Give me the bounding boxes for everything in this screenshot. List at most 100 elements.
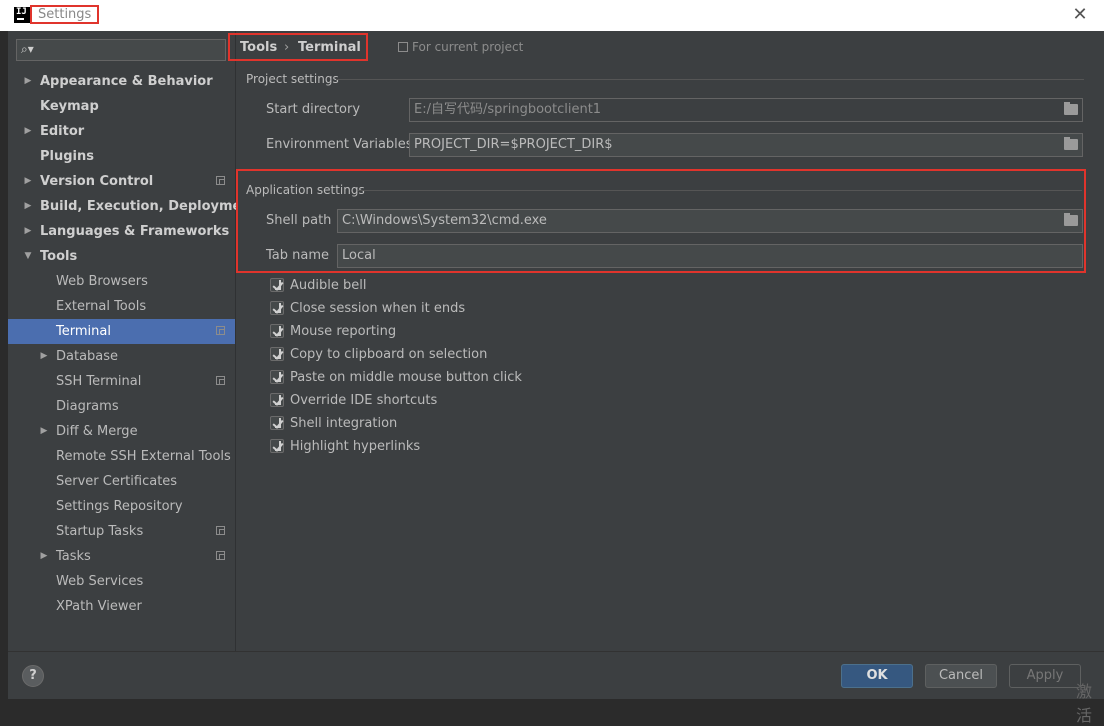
checkbox[interactable]	[270, 301, 284, 315]
sidebar-item-startup-tasks[interactable]: Startup Tasks	[8, 519, 235, 544]
sidebar-item-label: Appearance & Behavior	[40, 74, 213, 89]
sidebar-item-web-browsers[interactable]: Web Browsers	[8, 269, 235, 294]
chevron-right-icon[interactable]: ▶	[38, 544, 50, 569]
settings-content: Tools › Terminal For current project Pro…	[228, 31, 1104, 651]
application-settings-title: Application settings	[246, 183, 365, 197]
chevron-right-icon[interactable]: ▶	[22, 169, 34, 194]
folder-icon[interactable]	[1064, 137, 1078, 150]
sidebar-item-label: Diff & Merge	[56, 424, 138, 439]
title-bar: IJ Settings ✕	[0, 0, 1104, 32]
checkbox[interactable]	[270, 439, 284, 453]
sidebar-item-label: Build, Execution, Deployment	[40, 199, 257, 214]
sidebar-item-label: SSH Terminal	[56, 374, 142, 389]
checkbox[interactable]	[270, 393, 284, 407]
sidebar-item-tools[interactable]: ▼ Tools	[8, 244, 235, 269]
project-scope-icon	[216, 326, 225, 335]
folder-icon[interactable]	[1064, 213, 1078, 226]
background-editor-strip	[0, 31, 8, 706]
environment-variables-label: Environment Variables	[266, 137, 413, 152]
sidebar-item-editor[interactable]: ▶ Editor	[8, 119, 235, 144]
checkbox[interactable]	[270, 416, 284, 430]
chevron-right-icon[interactable]: ▶	[38, 419, 50, 444]
checkmark-icon	[272, 371, 284, 383]
checkmark-icon	[272, 417, 284, 429]
sidebar-item-external-tools[interactable]: External Tools	[8, 294, 235, 319]
settings-tree: ▶ Appearance & Behavior Keymap ▶ Editor Plugi…	[8, 69, 257, 619]
option-label: Mouse reporting	[290, 324, 397, 339]
dialog-footer: ? OK Cancel Apply	[8, 651, 1104, 700]
sidebar-item-appearance-behavior[interactable]: ▶ Appearance & Behavior	[8, 69, 235, 94]
tab-name-value: Local	[342, 248, 376, 263]
project-scope-icon	[398, 42, 408, 52]
breadcrumb-tools[interactable]: Tools	[240, 40, 277, 55]
sidebar-item-ssh-terminal[interactable]: SSH Terminal	[8, 369, 235, 394]
sidebar-item-label: XPath Viewer	[56, 599, 142, 614]
folder-icon[interactable]	[1064, 102, 1078, 115]
sidebar-item-database[interactable]: ▶ Database	[8, 344, 235, 369]
sidebar-item-label: Keymap	[40, 99, 99, 114]
sidebar-item-version-control[interactable]: ▶ Version Control	[8, 169, 235, 194]
project-scope-icon	[216, 526, 225, 535]
checkmark-icon	[272, 440, 284, 452]
background-bottom-strip	[0, 699, 1104, 706]
sidebar-item-plugins[interactable]: Plugins	[8, 144, 235, 169]
project-scope-icon	[216, 376, 225, 385]
chevron-down-icon[interactable]: ▼	[22, 244, 34, 269]
sidebar-item-server-certificates[interactable]: Server Certificates	[8, 469, 235, 494]
chevron-right-icon[interactable]: ▶	[22, 194, 34, 219]
settings-sidebar: ⌕▾ ▶ Appearance & Behavior Keymap ▶ Editor Pl…	[8, 31, 257, 651]
checkbox[interactable]	[270, 278, 284, 292]
sidebar-item-remote-ssh-external-tools[interactable]: Remote SSH External Tools	[8, 444, 235, 469]
sidebar-item-terminal[interactable]: Terminal	[8, 319, 235, 344]
sidebar-item-settings-repository[interactable]: Settings Repository	[8, 494, 235, 519]
project-settings-divider	[336, 79, 1084, 80]
application-settings-divider	[358, 190, 1082, 191]
intellij-app-icon: IJ	[14, 7, 30, 23]
checkbox[interactable]	[270, 370, 284, 384]
chevron-right-icon[interactable]: ▶	[22, 119, 34, 144]
tab-name-field[interactable]: Local	[337, 244, 1083, 268]
start-directory-value: E:/自写代码/springbootclient1	[414, 102, 602, 117]
option-label: Override IDE shortcuts	[290, 393, 438, 408]
sidebar-item-xpath-viewer[interactable]: XPath Viewer	[8, 594, 235, 619]
sidebar-item-label: Tasks	[56, 549, 91, 564]
ok-button[interactable]: OK	[841, 664, 913, 688]
shell-path-field[interactable]: C:\Windows\System32\cmd.exe	[337, 209, 1083, 233]
settings-search-input[interactable]: ⌕▾	[16, 39, 226, 61]
sidebar-item-tasks[interactable]: ▶ Tasks	[8, 544, 235, 569]
apply-button[interactable]: Apply	[1009, 664, 1081, 688]
sidebar-item-label: Startup Tasks	[56, 524, 144, 539]
start-directory-label: Start directory	[266, 102, 361, 117]
option-label: Copy to clipboard on selection	[290, 347, 488, 362]
start-directory-field[interactable]: E:/自写代码/springbootclient1	[409, 98, 1083, 122]
help-button[interactable]: ?	[22, 665, 44, 687]
option-label: Paste on middle mouse button click	[290, 370, 522, 385]
breadcrumb-terminal: Terminal	[298, 40, 361, 55]
chevron-right-icon[interactable]: ▶	[22, 219, 34, 244]
scope-indicator: For current project	[398, 40, 523, 54]
sidebar-item-build-execution-deployment[interactable]: ▶ Build, Execution, Deployment	[8, 194, 257, 219]
checkmark-icon	[272, 394, 284, 406]
breadcrumb-separator: ›	[284, 40, 290, 55]
option-label: Close session when it ends	[290, 301, 466, 316]
sidebar-item-label: Version Control	[40, 174, 154, 189]
sidebar-item-label: Web Browsers	[56, 274, 148, 289]
sidebar-item-diagrams[interactable]: Diagrams	[8, 394, 235, 419]
chevron-right-icon[interactable]: ▶	[38, 344, 50, 369]
sidebar-item-languages-frameworks[interactable]: ▶ Languages & Frameworks	[8, 219, 235, 244]
close-icon[interactable]: ✕	[1070, 5, 1090, 25]
sidebar-item-keymap[interactable]: Keymap	[8, 94, 235, 119]
project-settings-title: Project settings	[246, 72, 339, 86]
shell-path-label: Shell path	[266, 213, 332, 228]
cancel-button[interactable]: Cancel	[925, 664, 997, 688]
checkbox[interactable]	[270, 347, 284, 361]
sidebar-item-label: Editor	[40, 124, 85, 139]
sidebar-item-web-services[interactable]: Web Services	[8, 569, 235, 594]
sidebar-item-label: Languages & Frameworks	[40, 224, 230, 239]
checkbox[interactable]	[270, 324, 284, 338]
tab-name-label: Tab name	[266, 248, 330, 263]
chevron-right-icon[interactable]: ▶	[22, 69, 34, 94]
environment-variables-field[interactable]: PROJECT_DIR=$PROJECT_DIR$	[409, 133, 1083, 157]
sidebar-item-diff-merge[interactable]: ▶ Diff & Merge	[8, 419, 235, 444]
scope-label: For current project	[412, 40, 524, 54]
